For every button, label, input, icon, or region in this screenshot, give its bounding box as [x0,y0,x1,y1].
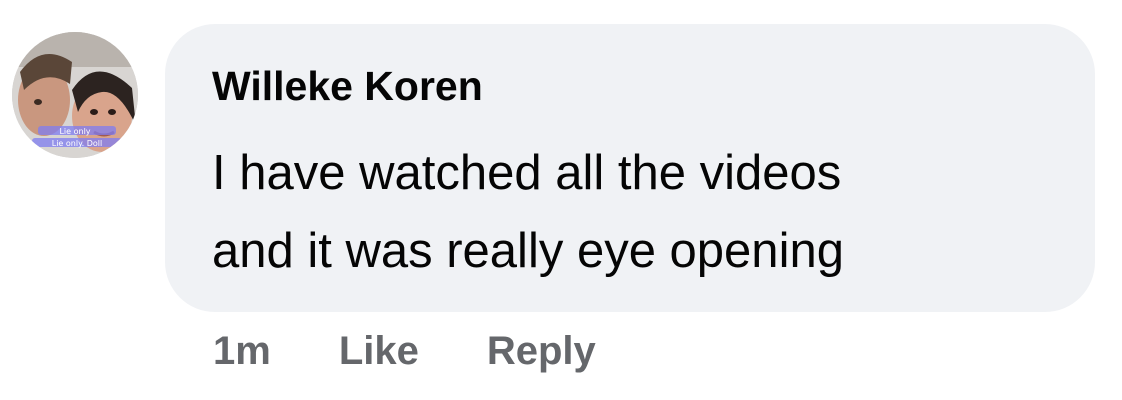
like-button[interactable]: Like [339,331,419,371]
comment-text: I have watched all the videos and it was… [212,134,1072,290]
commenter-avatar[interactable]: Lie only Lie only. Doll [12,32,138,158]
comment-timestamp[interactable]: 1m [213,331,271,371]
comment-text-line: and it was really eye opening [212,224,844,278]
avatar-overlay-text-2: Lie only. Doll [52,139,103,148]
comment-actions: 1m Like Reply [213,323,596,379]
comment-text-line: I have watched all the videos [212,146,842,200]
reply-button[interactable]: Reply [487,331,596,371]
comment-author-name[interactable]: Willeke Koren [212,66,483,107]
comment-bubble: Willeke Koren I have watched all the vid… [165,24,1095,312]
avatar-photo-icon: Lie only Lie only. Doll [12,32,138,158]
avatar-overlay-text-1: Lie only [59,127,90,136]
